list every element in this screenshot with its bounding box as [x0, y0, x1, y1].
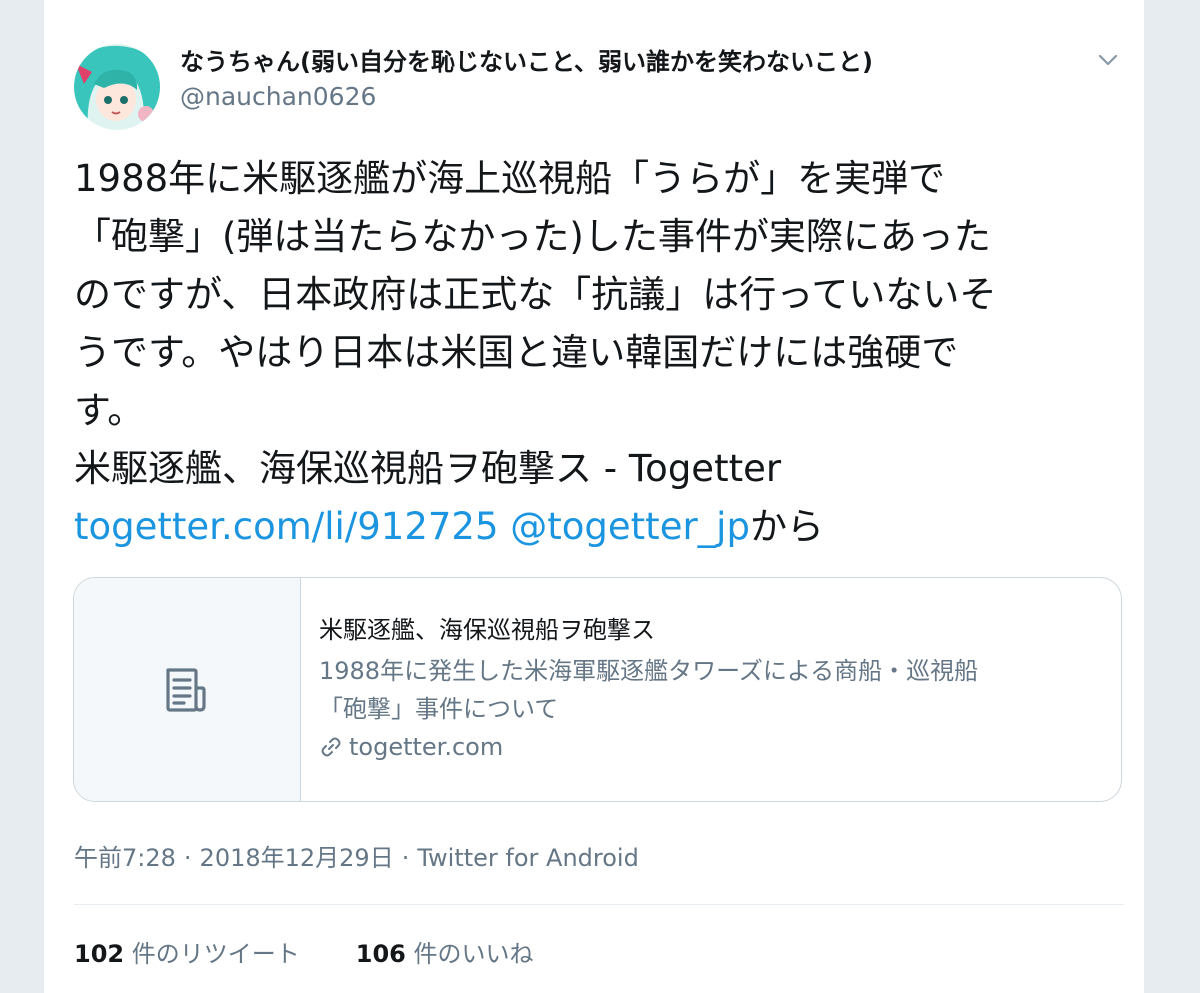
tweet-source[interactable]: Twitter for Android — [417, 844, 638, 872]
tweet-url-link[interactable]: togetter.com/li/912725 — [74, 505, 499, 548]
card-thumbnail — [74, 578, 301, 801]
retweet-stat[interactable]: 102 件のリツイート — [74, 934, 300, 969]
tweet-stats: 102 件のリツイート 106 件のいいね — [74, 934, 534, 969]
display-name[interactable]: なうちゃん(弱い自分を恥じないこと、弱い誰かを笑わないこと) — [180, 42, 873, 77]
tweet-detail: なうちゃん(弱い自分を恥じないこと、弱い誰かを笑わないこと) @nauchan0… — [44, 0, 1144, 993]
divider — [74, 904, 1124, 905]
tweet-text-line: のですが、日本政府は正式な「抗議」は行っていないそ — [74, 273, 997, 316]
tweet-text-line: 「砲撃」(弾は当たらなかった)した事件が実際にあった — [74, 215, 991, 258]
link-icon — [321, 737, 341, 757]
tweet-meta: 午前7:28 · 2018年12月29日 · Twitter for Android — [74, 838, 639, 873]
like-count: 106 — [355, 940, 406, 968]
tweet-date[interactable]: 2018年12月29日 — [200, 844, 394, 872]
retweet-label: 件のリツイート — [131, 940, 300, 968]
tweet-text: 1988年に米駆逐艦が海上巡視船「うらが」を実弾で 「砲撃」(弾は当たらなかった… — [74, 150, 1124, 556]
mention-link[interactable]: @togetter_jp — [510, 505, 750, 548]
avatar[interactable] — [74, 44, 160, 130]
meta-separator: · — [183, 844, 192, 872]
meta-separator: · — [401, 844, 410, 872]
like-label: 件のいいね — [413, 940, 534, 968]
card-description-line: 「砲撃」事件について — [319, 695, 559, 723]
card-description-line: 1988年に発生した米海軍駆逐艦タワーズによる商船・巡視船 — [319, 657, 979, 685]
card-description: 1988年に発生した米海軍駆逐艦タワーズによる商船・巡視船 「砲撃」事件について — [319, 652, 1089, 728]
tweet-time[interactable]: 午前7:28 — [74, 844, 176, 872]
tweet-text-line: 1988年に米駆逐艦が海上巡視船「うらが」を実弾で — [74, 157, 946, 200]
tweet-text-line: す。 — [74, 389, 145, 432]
chevron-down-icon[interactable] — [1096, 48, 1120, 72]
tweet-text-line: うです。やはり日本は米国と違い韓国だけには強硬で — [74, 331, 959, 374]
tweet-link-line: togetter.com/li/912725 @togetter_jpから — [74, 498, 1124, 556]
like-stat[interactable]: 106 件のいいね — [356, 934, 534, 969]
avatar-image — [74, 44, 160, 130]
document-icon — [166, 668, 206, 712]
user-handle[interactable]: @nauchan0626 — [180, 82, 376, 111]
card-title: 米駆逐艦、海保巡視船ヲ砲撃ス — [319, 616, 655, 644]
retweet-count: 102 — [74, 940, 125, 968]
tweet-text-line: 米駆逐艦、海保巡視船ヲ砲撃ス - Togetter — [74, 447, 782, 490]
card-domain: togetter.com — [319, 730, 1089, 764]
card-domain-text: togetter.com — [349, 733, 504, 761]
link-card[interactable]: 米駆逐艦、海保巡視船ヲ砲撃ス 1988年に発生した米海軍駆逐艦タワーズによる商船… — [73, 577, 1122, 802]
page: なうちゃん(弱い自分を恥じないこと、弱い誰かを笑わないこと) @nauchan0… — [0, 0, 1200, 993]
tweet-text-suffix: から — [749, 505, 824, 548]
card-body: 米駆逐艦、海保巡視船ヲ砲撃ス 1988年に発生した米海軍駆逐艦タワーズによる商船… — [319, 614, 1089, 764]
